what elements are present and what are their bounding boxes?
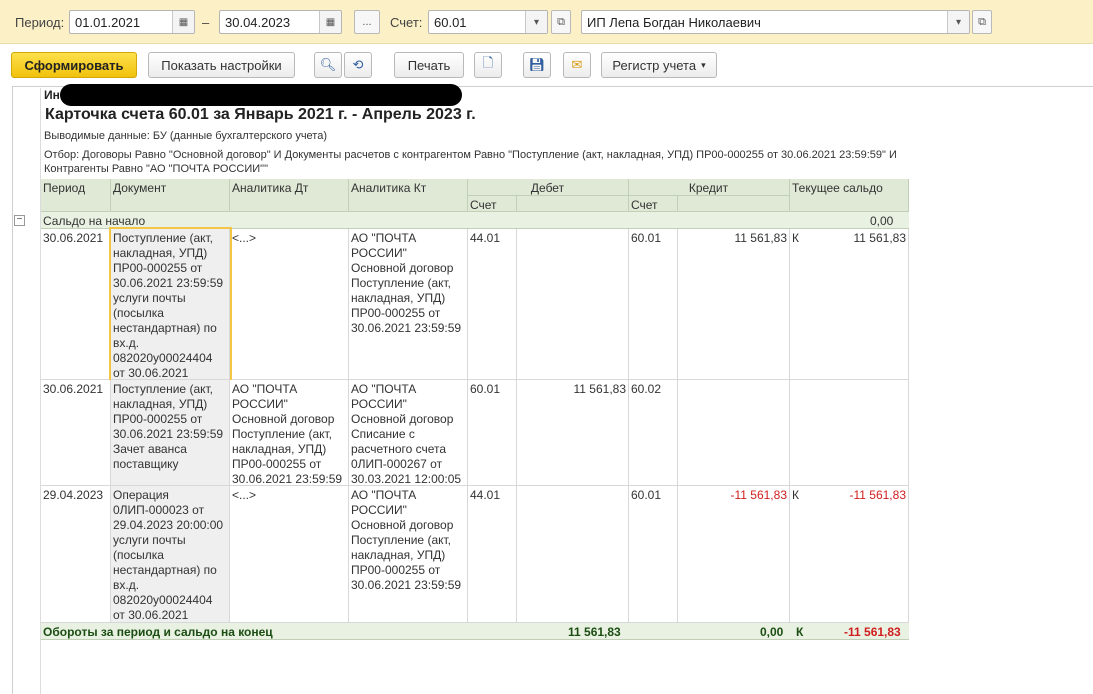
organization-value: ИП Лепа Богдан Николаевич: [587, 15, 761, 30]
row-3-debit-amount[interactable]: [517, 486, 629, 623]
account-value: 60.01: [434, 15, 467, 30]
preview-icon: 🗋: [482, 55, 494, 70]
col-header-analytics-dt: Аналитика Дт: [230, 179, 349, 212]
register-label: Регистр учета: [612, 57, 697, 73]
toolbar: Сформировать Показать настройки 🔍︎ ⟲ Печ…: [0, 44, 1093, 86]
row-2-analytics-dt[interactable]: АО "ПОЧТА РОССИИ" Основной договор Посту…: [230, 380, 349, 486]
totals-credit: 0,00: [760, 625, 784, 639]
col-header-debit: Дебет: [468, 179, 629, 196]
col-header-analytics-kt: Аналитика Кт: [349, 179, 468, 212]
report-organization: Ин: [44, 88, 60, 102]
row-1-balance[interactable]: 11 561,83: [810, 229, 909, 380]
chevron-down-icon: ▾: [701, 59, 706, 70]
date-to-field[interactable]: 30.04.2023 ▦: [219, 10, 342, 34]
row-1-debit-account[interactable]: 44.01: [468, 229, 517, 380]
row-2-debit-amount[interactable]: 11 561,83: [517, 380, 629, 486]
opening-balance-value: 0,00: [870, 214, 894, 228]
chevron-down-icon[interactable]: ▾: [525, 11, 547, 33]
totals-side: К: [796, 625, 804, 639]
send-email-button[interactable]: ✉: [563, 52, 591, 78]
row-3-analytics-kt[interactable]: АО "ПОЧТА РОССИИ" Основной договор Посту…: [349, 486, 468, 623]
chevron-down-icon[interactable]: ▾: [947, 11, 969, 33]
row-1-analytics-kt[interactable]: АО "ПОЧТА РОССИИ" Основной договор Посту…: [349, 229, 468, 380]
row-2-credit-amount[interactable]: [678, 380, 790, 486]
search-reset-icon: ⟲: [352, 57, 364, 72]
totals-balance: -11 561,83: [844, 625, 901, 639]
search-icon: 🔍︎: [319, 57, 337, 72]
calendar-icon[interactable]: ▦: [172, 11, 194, 33]
totals-label: Обороты за период и сальдо на конец: [43, 625, 273, 639]
date-from-value: 01.01.2021: [75, 15, 141, 30]
row-2-balance[interactable]: [810, 380, 909, 486]
date-from-field[interactable]: 01.01.2021 ▦: [69, 10, 195, 34]
preview-button[interactable]: 🗋: [474, 52, 502, 78]
open-organization-button[interactable]: ⧉: [972, 10, 992, 34]
row-1-credit-amount[interactable]: 11 561,83: [678, 229, 790, 380]
report-output-data: Выводимые данные: БУ (данные бухгалтерск…: [44, 130, 327, 142]
row-2-document[interactable]: Поступление (акт, накладная, УПД) ПР00-0…: [111, 380, 230, 486]
print-button[interactable]: Печать: [394, 52, 464, 78]
col-header-credit: Кредит: [629, 179, 790, 196]
col-header-credit-amount: [678, 196, 790, 212]
col-header-credit-account: Счет: [629, 196, 678, 212]
row-1-period[interactable]: 30.06.2021: [41, 229, 111, 380]
calendar-icon[interactable]: ▦: [319, 11, 341, 33]
generate-button[interactable]: Сформировать: [11, 52, 137, 78]
row-2-period[interactable]: 30.06.2021: [41, 380, 111, 486]
row-3-period[interactable]: 29.04.2023: [41, 486, 111, 623]
row-1-debit-amount[interactable]: [517, 229, 629, 380]
open-window-icon: ⧉: [978, 15, 986, 28]
report-filter-line-1: Отбор: Договоры Равно "Основной договор"…: [44, 149, 897, 161]
date-to-value: 30.04.2023: [225, 15, 291, 30]
row-1-credit-account[interactable]: 60.01: [629, 229, 678, 380]
totals-debit: 11 561,83: [568, 625, 621, 639]
selected-cell-highlight: [109, 227, 232, 382]
row-3-credit-amount[interactable]: -11 561,83: [678, 486, 790, 623]
row-3-document[interactable]: Операция 0ЛИП-000023 от 29.04.2023 20:00…: [111, 486, 230, 623]
filter-bar: Период: 01.01.2021 ▦ – 30.04.2023 ▦ ... …: [0, 0, 1093, 44]
row-3-balance[interactable]: -11 561,83: [810, 486, 909, 623]
period-label: Период:: [15, 15, 65, 30]
search-button[interactable]: 🔍︎: [314, 52, 342, 78]
save-icon: 💾︎: [528, 57, 546, 72]
redaction-bar: [60, 84, 462, 106]
report-filter-line-2: Контрагенты Равно "АО "ПОЧТА РОССИИ"": [44, 163, 268, 175]
show-settings-button[interactable]: Показать настройки: [148, 52, 295, 78]
organization-field[interactable]: ИП Лепа Богдан Николаевич ▾: [581, 10, 970, 34]
row-3-debit-account[interactable]: 44.01: [468, 486, 517, 623]
open-window-icon: ⧉: [557, 15, 565, 28]
period-select-label: ...: [362, 16, 372, 28]
search-clear-button[interactable]: ⟲: [344, 52, 372, 78]
envelope-icon: ✉: [571, 57, 583, 72]
account-field[interactable]: 60.01 ▾: [428, 10, 548, 34]
row-2-balance-side[interactable]: [790, 380, 810, 486]
col-header-debit-amount: [517, 196, 629, 212]
col-header-balance: Текущее сальдо: [790, 179, 909, 212]
row-3-analytics-dt[interactable]: <...>: [230, 486, 349, 623]
collapse-group-icon[interactable]: −: [14, 215, 25, 226]
row-2-debit-account[interactable]: 60.01: [468, 380, 517, 486]
period-select-button[interactable]: ...: [354, 10, 380, 34]
report-title: Карточка счета 60.01 за Январь 2021 г. -…: [45, 106, 476, 123]
row-3-balance-side[interactable]: К: [790, 486, 810, 623]
open-account-button[interactable]: ⧉: [551, 10, 571, 34]
col-header-document: Документ: [111, 179, 230, 212]
row-1-analytics-dt[interactable]: <...>: [230, 229, 349, 380]
row-2-analytics-kt[interactable]: АО "ПОЧТА РОССИИ" Основной договор Списа…: [349, 380, 468, 486]
account-label: Счет:: [390, 15, 423, 30]
opening-balance-label: Сальдо на начало: [43, 214, 146, 228]
row-3-credit-account[interactable]: 60.01: [629, 486, 678, 623]
save-button[interactable]: 💾︎: [523, 52, 551, 78]
register-button[interactable]: Регистр учета ▾: [601, 52, 717, 78]
row-1-balance-side[interactable]: К: [790, 229, 810, 380]
col-header-debit-account: Счет: [468, 196, 517, 212]
period-dash: –: [202, 15, 210, 30]
row-2-credit-account[interactable]: 60.02: [629, 380, 678, 486]
col-header-period: Период: [41, 179, 111, 212]
